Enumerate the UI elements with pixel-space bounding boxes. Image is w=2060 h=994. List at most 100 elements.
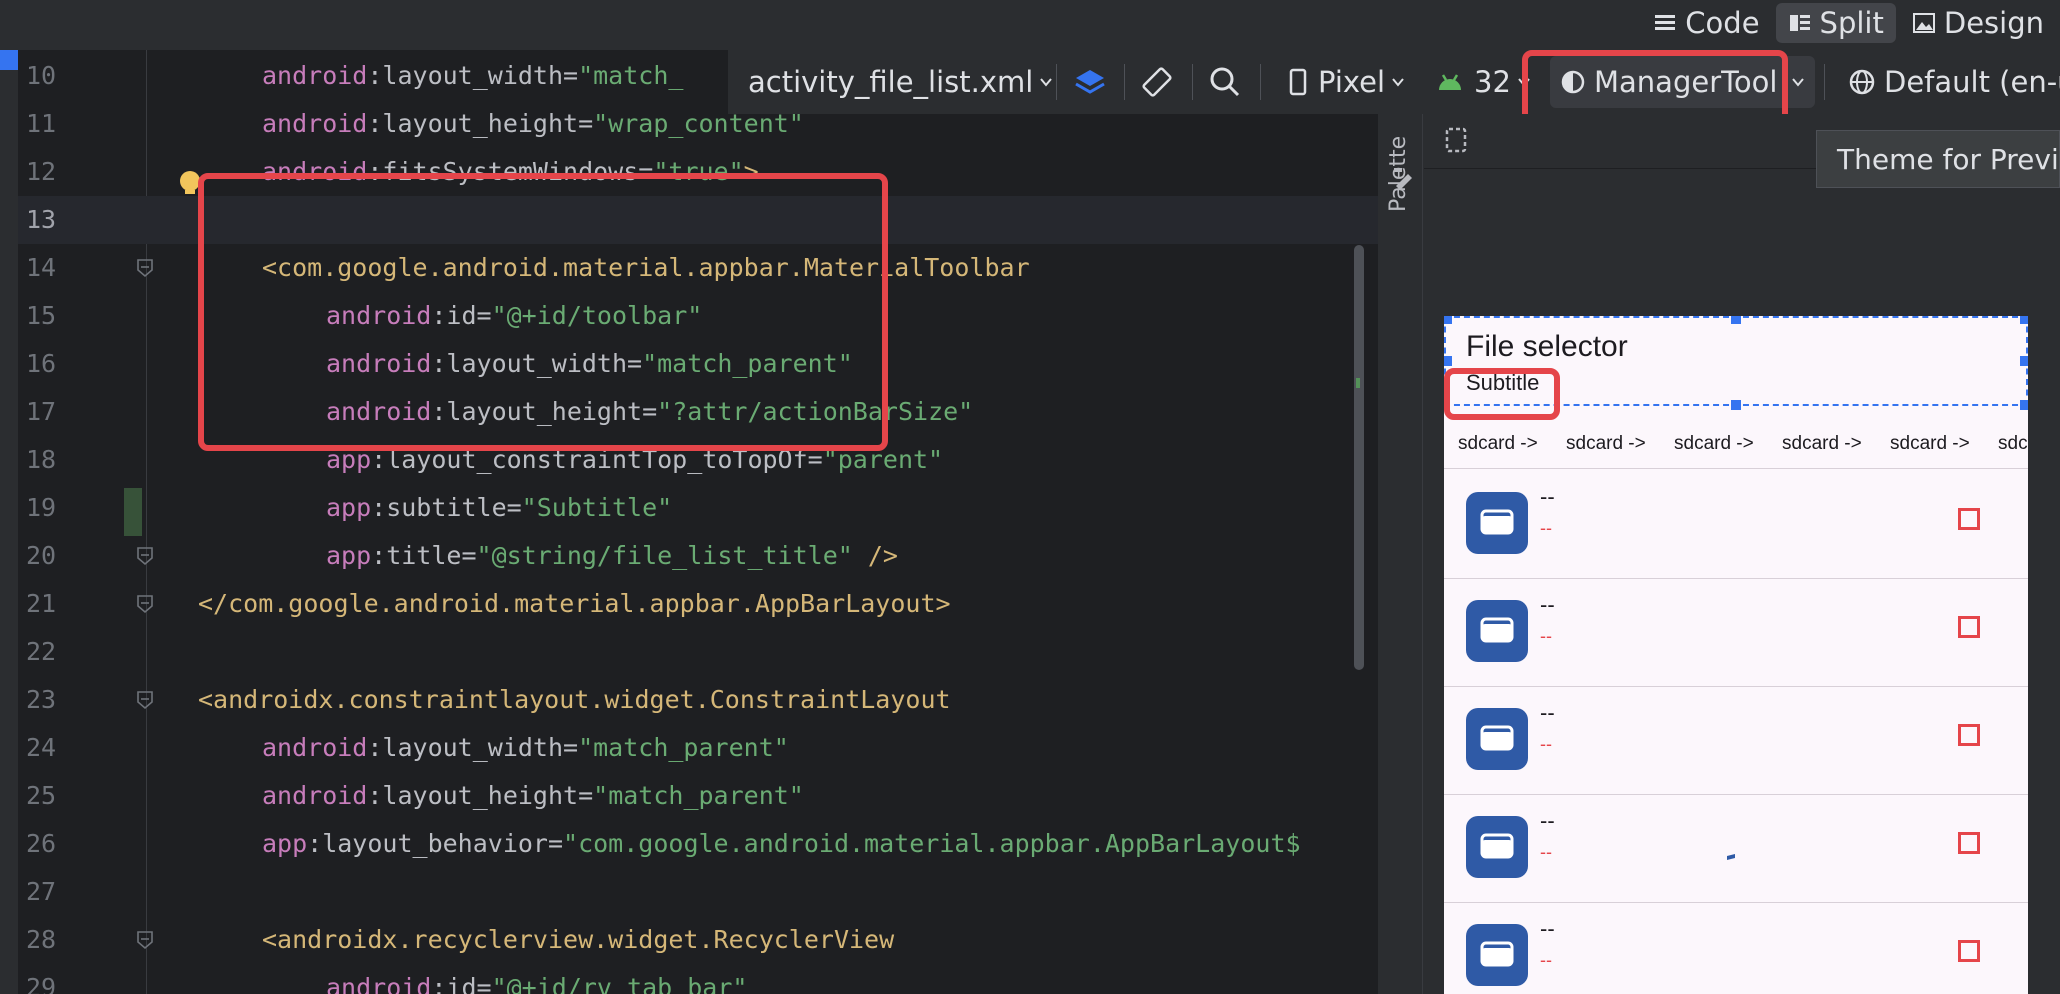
toolbar-separator bbox=[1824, 64, 1825, 100]
select-mode-icon[interactable] bbox=[1444, 126, 1468, 154]
line-number: 26 bbox=[26, 829, 57, 858]
path-tab[interactable]: sdcard -> bbox=[1890, 420, 1970, 468]
path-tab[interactable]: sdcard -> bbox=[1674, 420, 1754, 468]
code-text: </com.google.android.material.appbar.App… bbox=[198, 580, 951, 628]
line-number: 15 bbox=[26, 301, 57, 330]
folder-icon bbox=[1466, 816, 1528, 878]
toolbar-separator bbox=[1260, 64, 1261, 100]
file-detail: -- bbox=[1540, 734, 1552, 754]
locale-name: Default (en-us) bbox=[1884, 65, 2060, 99]
code-line[interactable]: 25 android:layout_height="match_parent" bbox=[18, 772, 1378, 820]
android-icon bbox=[1439, 74, 1461, 90]
line-number: 23 bbox=[26, 685, 57, 714]
file-list-item[interactable]: -- -- bbox=[1444, 470, 2028, 579]
component-tree-icon[interactable] bbox=[1392, 166, 1416, 190]
select-checkbox[interactable] bbox=[1958, 832, 1980, 854]
selection-handle[interactable] bbox=[1444, 356, 1452, 366]
selection-handle[interactable] bbox=[2020, 400, 2028, 410]
code-token: android bbox=[262, 61, 368, 90]
fold-marker-icon[interactable] bbox=[135, 546, 155, 566]
folder-icon bbox=[1466, 600, 1528, 662]
code-text: android:layout_height="wrap_content" bbox=[262, 100, 804, 148]
code-token: :layout_behavior= bbox=[307, 829, 564, 858]
file-name: -- bbox=[1540, 700, 1555, 725]
code-token: "Subtitle" bbox=[521, 493, 673, 522]
code-token: "match_ bbox=[578, 61, 684, 90]
file-name: activity_file_list.xml bbox=[748, 65, 1034, 99]
file-list-item[interactable]: -- -- bbox=[1444, 686, 2028, 795]
path-tab-bar: sdcard -> sdcard -> sdcard -> sdcard -> sdca… bbox=[1444, 420, 2028, 469]
file-detail: -- bbox=[1540, 518, 1552, 538]
selection-handle[interactable] bbox=[2020, 316, 2028, 324]
fold-marker-icon[interactable] bbox=[135, 258, 155, 278]
code-text: android:id="@+id/rv_tab_bar" bbox=[326, 964, 747, 994]
code-line[interactable]: 19 app:subtitle="Subtitle" bbox=[18, 484, 1378, 532]
code-line[interactable]: 21 </com.google.android.material.appbar.A… bbox=[18, 580, 1378, 628]
orientation-button[interactable] bbox=[1140, 50, 1174, 114]
path-tab[interactable]: sdcard -> bbox=[1998, 420, 2028, 468]
chevron-down-icon bbox=[1392, 78, 1404, 87]
code-line[interactable]: 28 <androidx.recyclerview.widget.Recycler… bbox=[18, 916, 1378, 964]
code-line[interactable]: 22 bbox=[18, 628, 1378, 676]
toolbar-separator bbox=[1124, 64, 1125, 100]
code-line[interactable]: 23 <androidx.constraintlayout.widget.Cons… bbox=[18, 676, 1378, 724]
line-number: 16 bbox=[26, 349, 57, 378]
rotate-icon bbox=[1142, 67, 1172, 97]
file-name: -- bbox=[1540, 916, 1555, 941]
locale-selector[interactable]: Default (en-us) bbox=[1848, 50, 2060, 114]
selection-handle[interactable] bbox=[2020, 356, 2028, 366]
code-mode-button[interactable]: Code bbox=[1641, 3, 1771, 43]
code-line[interactable]: 29 android:id="@+id/rv_tab_bar" bbox=[18, 964, 1378, 994]
code-text: <androidx.recyclerview.widget.RecyclerVi… bbox=[262, 916, 894, 964]
fold-marker-icon[interactable] bbox=[135, 594, 155, 614]
select-checkbox[interactable] bbox=[1958, 616, 1980, 638]
code-line[interactable]: 26 app:layout_behavior="com.google.androi… bbox=[18, 820, 1378, 868]
code-mode-label: Code bbox=[1685, 6, 1760, 40]
fold-marker-icon[interactable] bbox=[135, 690, 155, 710]
code-line[interactable]: 20 app:title="@string/file_list_title" /> bbox=[18, 532, 1378, 580]
api-level: 32 bbox=[1474, 65, 1511, 99]
code-token: "match_parent" bbox=[578, 733, 789, 762]
fold-marker-icon[interactable] bbox=[135, 930, 155, 950]
api-selector[interactable]: 32 bbox=[1436, 50, 1531, 114]
file-list-item[interactable]: -- -- bbox=[1444, 902, 2028, 994]
design-toolbar: activity_file_list.xml Pixel 32 ManagerT… bbox=[728, 50, 2060, 114]
split-mode-button[interactable]: Split bbox=[1775, 3, 1896, 43]
device-selector[interactable]: Pixel bbox=[1288, 50, 1405, 114]
layers-icon bbox=[1075, 70, 1105, 94]
code-token: :layout_height= bbox=[367, 109, 594, 138]
subtitle-highlight bbox=[1444, 368, 1560, 420]
path-tab[interactable]: sdcard -> bbox=[1566, 420, 1646, 468]
line-number: 13 bbox=[26, 205, 57, 234]
line-number: 29 bbox=[26, 973, 57, 994]
select-checkbox[interactable] bbox=[1958, 940, 1980, 962]
code-token: <androidx.recyclerview.widget.RecyclerVi… bbox=[262, 925, 895, 954]
code-text: android:layout_width="match_parent" bbox=[262, 724, 789, 772]
select-checkbox[interactable] bbox=[1958, 508, 1980, 530]
code-text: app:title="@string/file_list_title" /> bbox=[326, 532, 898, 580]
code-line[interactable]: 27 bbox=[18, 868, 1378, 916]
file-detail: -- bbox=[1540, 626, 1552, 646]
code-token: /> bbox=[852, 541, 898, 570]
design-mode-label: Design bbox=[1943, 6, 2044, 40]
preview-title: File selector bbox=[1466, 330, 1628, 363]
path-tab[interactable]: sdcard -> bbox=[1458, 420, 1538, 468]
code-line[interactable]: 24 android:layout_width="match_parent" bbox=[18, 724, 1378, 772]
layers-button[interactable] bbox=[1073, 50, 1107, 114]
design-mode-button[interactable]: Design bbox=[1900, 3, 2056, 43]
file-list-item[interactable]: -- -- bbox=[1444, 578, 2028, 687]
file-detail: -- bbox=[1540, 950, 1552, 970]
line-number: 11 bbox=[26, 109, 57, 138]
select-checkbox[interactable] bbox=[1958, 724, 1980, 746]
selection-handle[interactable] bbox=[1444, 316, 1452, 324]
file-selector[interactable]: activity_file_list.xml bbox=[748, 50, 1053, 114]
file-list-item[interactable]: -- -- bbox=[1444, 794, 2028, 903]
code-token: :layout_width= bbox=[367, 733, 579, 762]
zoom-button[interactable] bbox=[1208, 50, 1242, 114]
path-tab[interactable]: sdcard -> bbox=[1782, 420, 1862, 468]
line-number: 27 bbox=[26, 877, 57, 906]
selection-handle[interactable] bbox=[1731, 316, 1741, 324]
selection-handle[interactable] bbox=[1731, 400, 1741, 410]
theme-tooltip: Theme for Preview bbox=[1816, 130, 2060, 188]
folder-icon bbox=[1466, 708, 1528, 770]
